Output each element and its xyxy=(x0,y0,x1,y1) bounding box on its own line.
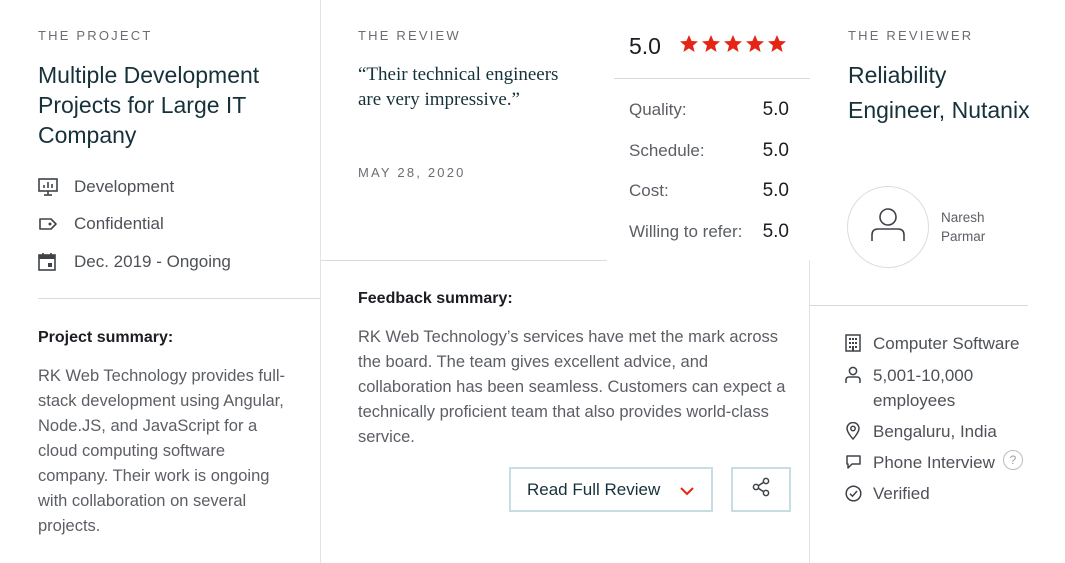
rating-value: 5.0 xyxy=(762,180,789,201)
project-service-label: Development xyxy=(74,177,175,196)
check-circle-icon xyxy=(844,483,862,503)
reviewer-interview-label: Phone Interview xyxy=(873,453,995,472)
reviewer-location-row: Bengaluru, India xyxy=(844,419,997,444)
reviewer-interview-row: Phone Interview ? xyxy=(844,450,1023,475)
rating-label: Willing to refer: xyxy=(629,222,743,241)
feedback-summary-heading: Feedback summary: xyxy=(358,290,513,307)
reviewer-column: THE REVIEWER Reliability Engineer, Nutan… xyxy=(810,0,1065,563)
rating-value: 5.0 xyxy=(762,99,789,120)
help-icon[interactable]: ? xyxy=(1002,450,1023,470)
reviewer-name: Naresh Parmar xyxy=(941,210,986,244)
project-title: Multiple Development Projects for Large … xyxy=(38,62,260,148)
reviewer-industry-label: Computer Software xyxy=(873,334,1020,353)
divider xyxy=(321,260,607,261)
reviewer-verified-row: Verified xyxy=(844,481,930,506)
project-summary-heading: Project summary: xyxy=(38,329,174,346)
monitor-chart-icon xyxy=(38,177,62,197)
rating-value: 5.0 xyxy=(762,221,789,242)
overall-score: 5.0 xyxy=(629,33,661,59)
divider xyxy=(810,305,1028,306)
star-icon xyxy=(724,35,742,52)
review-column: THE REVIEW “Their technical engineers ar… xyxy=(320,0,810,563)
read-full-review-button[interactable]: Read Full Review xyxy=(509,467,713,512)
project-dates-row: Dec. 2019 - Ongoing xyxy=(38,251,231,273)
star-icon xyxy=(702,35,720,52)
location-pin-icon xyxy=(844,421,862,441)
user-icon xyxy=(844,365,862,385)
reviewer-eyebrow: THE REVIEWER xyxy=(848,28,974,43)
rating-value: 5.0 xyxy=(762,140,789,161)
project-column: THE PROJECT Multiple Development Project… xyxy=(0,0,320,563)
project-dates-label: Dec. 2019 - Ongoing xyxy=(74,252,231,271)
avatar xyxy=(847,186,929,268)
chevron-down-icon xyxy=(679,483,695,501)
rating-row-cost: Cost: 5.0 xyxy=(629,179,789,203)
share-icon xyxy=(751,477,771,502)
project-summary-text: RK Web Technology provides full-stack de… xyxy=(38,367,286,535)
star-icon xyxy=(746,35,764,52)
reviewer-company-size-label: 5,001-10,000 employees xyxy=(873,366,974,410)
rating-label: Schedule: xyxy=(629,141,705,160)
review-quote: “Their technical engineers are very impr… xyxy=(358,64,559,110)
chat-bubble-icon xyxy=(844,452,862,472)
project-service-row: Development xyxy=(38,176,174,198)
divider xyxy=(614,78,810,79)
feedback-summary-text: RK Web Technology’s services have met th… xyxy=(358,328,786,446)
project-budget-label: Confidential xyxy=(74,214,164,233)
star-icon xyxy=(768,35,786,52)
star-rating xyxy=(679,34,787,54)
rating-row-quality: Quality: 5.0 xyxy=(629,98,789,122)
review-eyebrow: THE REVIEW xyxy=(358,28,461,43)
score-panel: 5.0 Quality: 5.0 Schedule: 5.0 Cost: 5.0… xyxy=(614,0,810,260)
reviewer-company-size-row: 5,001-10,000 employees xyxy=(844,363,1003,413)
price-tag-icon xyxy=(38,214,62,234)
reviewer-industry-row: Computer Software xyxy=(844,331,1019,356)
reviewer-location-label: Bengaluru, India xyxy=(873,422,997,441)
project-eyebrow: THE PROJECT xyxy=(38,28,153,43)
divider xyxy=(38,298,320,299)
share-button[interactable] xyxy=(731,467,791,512)
star-icon xyxy=(680,35,698,52)
reviewer-title: Reliability Engineer, Nutanix xyxy=(848,62,1030,123)
rating-row-willing-to-refer: Willing to refer: 5.0 xyxy=(629,220,789,244)
calendar-icon xyxy=(38,252,62,272)
reviewer-verified-label: Verified xyxy=(873,484,930,503)
rating-label: Cost: xyxy=(629,181,669,200)
rating-label: Quality: xyxy=(629,100,687,119)
read-full-review-label: Read Full Review xyxy=(527,479,661,499)
building-icon xyxy=(844,333,862,353)
review-date: MAY 28, 2020 xyxy=(358,165,466,180)
user-icon xyxy=(868,205,908,250)
rating-row-schedule: Schedule: 5.0 xyxy=(629,139,789,163)
project-budget-row: Confidential xyxy=(38,213,164,235)
